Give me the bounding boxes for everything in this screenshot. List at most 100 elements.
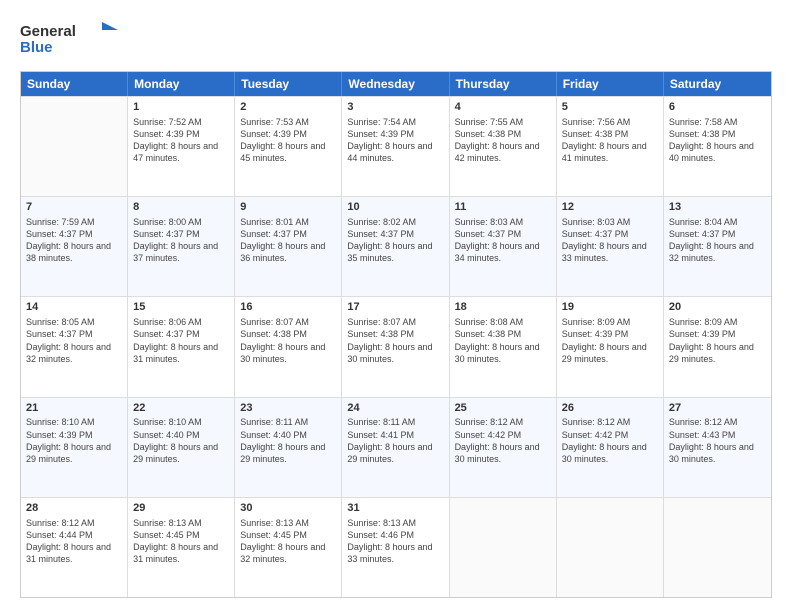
day-info: Sunrise: 8:12 AMSunset: 4:44 PMDaylight:… — [26, 517, 122, 566]
day-info: Sunrise: 8:07 AMSunset: 4:38 PMDaylight:… — [347, 316, 443, 365]
daylight-text-cont: 33 minutes. — [562, 252, 658, 264]
sunrise-text: Sunrise: 8:03 AM — [455, 216, 551, 228]
daylight-text: Daylight: 8 hours and — [669, 140, 766, 152]
daylight-text: Daylight: 8 hours and — [133, 240, 229, 252]
day-cell: 11Sunrise: 8:03 AMSunset: 4:37 PMDayligh… — [450, 197, 557, 296]
day-number: 31 — [347, 501, 443, 516]
sunrise-text: Sunrise: 8:09 AM — [562, 316, 658, 328]
sunset-text: Sunset: 4:37 PM — [133, 228, 229, 240]
sunrise-text: Sunrise: 7:58 AM — [669, 116, 766, 128]
weekday-header: Sunday — [21, 72, 128, 96]
weekday-header: Monday — [128, 72, 235, 96]
daylight-text-cont: 30 minutes. — [240, 353, 336, 365]
sunrise-text: Sunrise: 8:05 AM — [26, 316, 122, 328]
daylight-text: Daylight: 8 hours and — [26, 240, 122, 252]
sunrise-text: Sunrise: 8:04 AM — [669, 216, 766, 228]
sunset-text: Sunset: 4:40 PM — [240, 429, 336, 441]
daylight-text: Daylight: 8 hours and — [240, 140, 336, 152]
calendar-header: SundayMondayTuesdayWednesdayThursdayFrid… — [21, 72, 771, 96]
svg-text:General: General — [20, 23, 76, 40]
daylight-text-cont: 29 minutes. — [133, 453, 229, 465]
calendar-week: 7Sunrise: 7:59 AMSunset: 4:37 PMDaylight… — [21, 196, 771, 296]
sunrise-text: Sunrise: 7:52 AM — [133, 116, 229, 128]
sunset-text: Sunset: 4:38 PM — [562, 128, 658, 140]
daylight-text-cont: 33 minutes. — [347, 553, 443, 565]
sunset-text: Sunset: 4:44 PM — [26, 529, 122, 541]
day-cell: 16Sunrise: 8:07 AMSunset: 4:38 PMDayligh… — [235, 297, 342, 396]
day-cell: 15Sunrise: 8:06 AMSunset: 4:37 PMDayligh… — [128, 297, 235, 396]
day-number: 7 — [26, 200, 122, 215]
day-cell: 31Sunrise: 8:13 AMSunset: 4:46 PMDayligh… — [342, 498, 449, 597]
daylight-text-cont: 29 minutes. — [347, 453, 443, 465]
daylight-text-cont: 29 minutes. — [26, 453, 122, 465]
daylight-text: Daylight: 8 hours and — [133, 140, 229, 152]
daylight-text-cont: 37 minutes. — [133, 252, 229, 264]
day-info: Sunrise: 8:09 AMSunset: 4:39 PMDaylight:… — [562, 316, 658, 365]
daylight-text: Daylight: 8 hours and — [455, 240, 551, 252]
daylight-text-cont: 44 minutes. — [347, 152, 443, 164]
sunrise-text: Sunrise: 8:12 AM — [669, 416, 766, 428]
sunrise-text: Sunrise: 8:02 AM — [347, 216, 443, 228]
daylight-text: Daylight: 8 hours and — [347, 240, 443, 252]
sunrise-text: Sunrise: 8:10 AM — [133, 416, 229, 428]
daylight-text: Daylight: 8 hours and — [669, 441, 766, 453]
daylight-text-cont: 30 minutes. — [455, 453, 551, 465]
daylight-text-cont: 29 minutes. — [562, 353, 658, 365]
sunrise-text: Sunrise: 8:10 AM — [26, 416, 122, 428]
day-info: Sunrise: 8:09 AMSunset: 4:39 PMDaylight:… — [669, 316, 766, 365]
day-info: Sunrise: 7:53 AMSunset: 4:39 PMDaylight:… — [240, 116, 336, 165]
calendar-week: 21Sunrise: 8:10 AMSunset: 4:39 PMDayligh… — [21, 397, 771, 497]
day-info: Sunrise: 7:58 AMSunset: 4:38 PMDaylight:… — [669, 116, 766, 165]
daylight-text: Daylight: 8 hours and — [455, 140, 551, 152]
sunrise-text: Sunrise: 7:53 AM — [240, 116, 336, 128]
sunrise-text: Sunrise: 8:03 AM — [562, 216, 658, 228]
day-info: Sunrise: 8:12 AMSunset: 4:42 PMDaylight:… — [562, 416, 658, 465]
sunrise-text: Sunrise: 8:13 AM — [133, 517, 229, 529]
daylight-text: Daylight: 8 hours and — [669, 240, 766, 252]
daylight-text-cont: 32 minutes. — [669, 252, 766, 264]
sunrise-text: Sunrise: 7:54 AM — [347, 116, 443, 128]
daylight-text-cont: 45 minutes. — [240, 152, 336, 164]
day-cell: 20Sunrise: 8:09 AMSunset: 4:39 PMDayligh… — [664, 297, 771, 396]
day-cell: 1Sunrise: 7:52 AMSunset: 4:39 PMDaylight… — [128, 97, 235, 196]
day-number: 11 — [455, 200, 551, 215]
day-info: Sunrise: 8:02 AMSunset: 4:37 PMDaylight:… — [347, 216, 443, 265]
sunset-text: Sunset: 4:38 PM — [669, 128, 766, 140]
day-info: Sunrise: 8:12 AMSunset: 4:43 PMDaylight:… — [669, 416, 766, 465]
sunset-text: Sunset: 4:46 PM — [347, 529, 443, 541]
day-number: 23 — [240, 401, 336, 416]
header: General Blue — [20, 18, 772, 63]
day-info: Sunrise: 7:55 AMSunset: 4:38 PMDaylight:… — [455, 116, 551, 165]
day-cell: 7Sunrise: 7:59 AMSunset: 4:37 PMDaylight… — [21, 197, 128, 296]
daylight-text-cont: 40 minutes. — [669, 152, 766, 164]
day-info: Sunrise: 8:04 AMSunset: 4:37 PMDaylight:… — [669, 216, 766, 265]
day-cell: 24Sunrise: 8:11 AMSunset: 4:41 PMDayligh… — [342, 398, 449, 497]
sunrise-text: Sunrise: 8:11 AM — [240, 416, 336, 428]
sunset-text: Sunset: 4:38 PM — [455, 328, 551, 340]
daylight-text-cont: 30 minutes. — [455, 353, 551, 365]
day-info: Sunrise: 8:13 AMSunset: 4:45 PMDaylight:… — [240, 517, 336, 566]
day-info: Sunrise: 7:52 AMSunset: 4:39 PMDaylight:… — [133, 116, 229, 165]
calendar-body: 1Sunrise: 7:52 AMSunset: 4:39 PMDaylight… — [21, 96, 771, 597]
daylight-text-cont: 30 minutes. — [669, 453, 766, 465]
day-number: 3 — [347, 100, 443, 115]
sunset-text: Sunset: 4:45 PM — [133, 529, 229, 541]
weekday-header: Wednesday — [342, 72, 449, 96]
sunset-text: Sunset: 4:37 PM — [347, 228, 443, 240]
day-number: 1 — [133, 100, 229, 115]
day-info: Sunrise: 7:59 AMSunset: 4:37 PMDaylight:… — [26, 216, 122, 265]
sunrise-text: Sunrise: 8:06 AM — [133, 316, 229, 328]
daylight-text: Daylight: 8 hours and — [347, 341, 443, 353]
daylight-text: Daylight: 8 hours and — [133, 341, 229, 353]
sunset-text: Sunset: 4:40 PM — [133, 429, 229, 441]
daylight-text-cont: 31 minutes. — [26, 553, 122, 565]
page: General Blue SundayMondayTuesdayWednesda… — [0, 0, 792, 612]
day-cell: 18Sunrise: 8:08 AMSunset: 4:38 PMDayligh… — [450, 297, 557, 396]
sunrise-text: Sunrise: 8:08 AM — [455, 316, 551, 328]
day-number: 28 — [26, 501, 122, 516]
day-number: 5 — [562, 100, 658, 115]
logo-text: General Blue — [20, 18, 130, 63]
day-number: 16 — [240, 300, 336, 315]
daylight-text: Daylight: 8 hours and — [562, 240, 658, 252]
sunrise-text: Sunrise: 8:07 AM — [347, 316, 443, 328]
